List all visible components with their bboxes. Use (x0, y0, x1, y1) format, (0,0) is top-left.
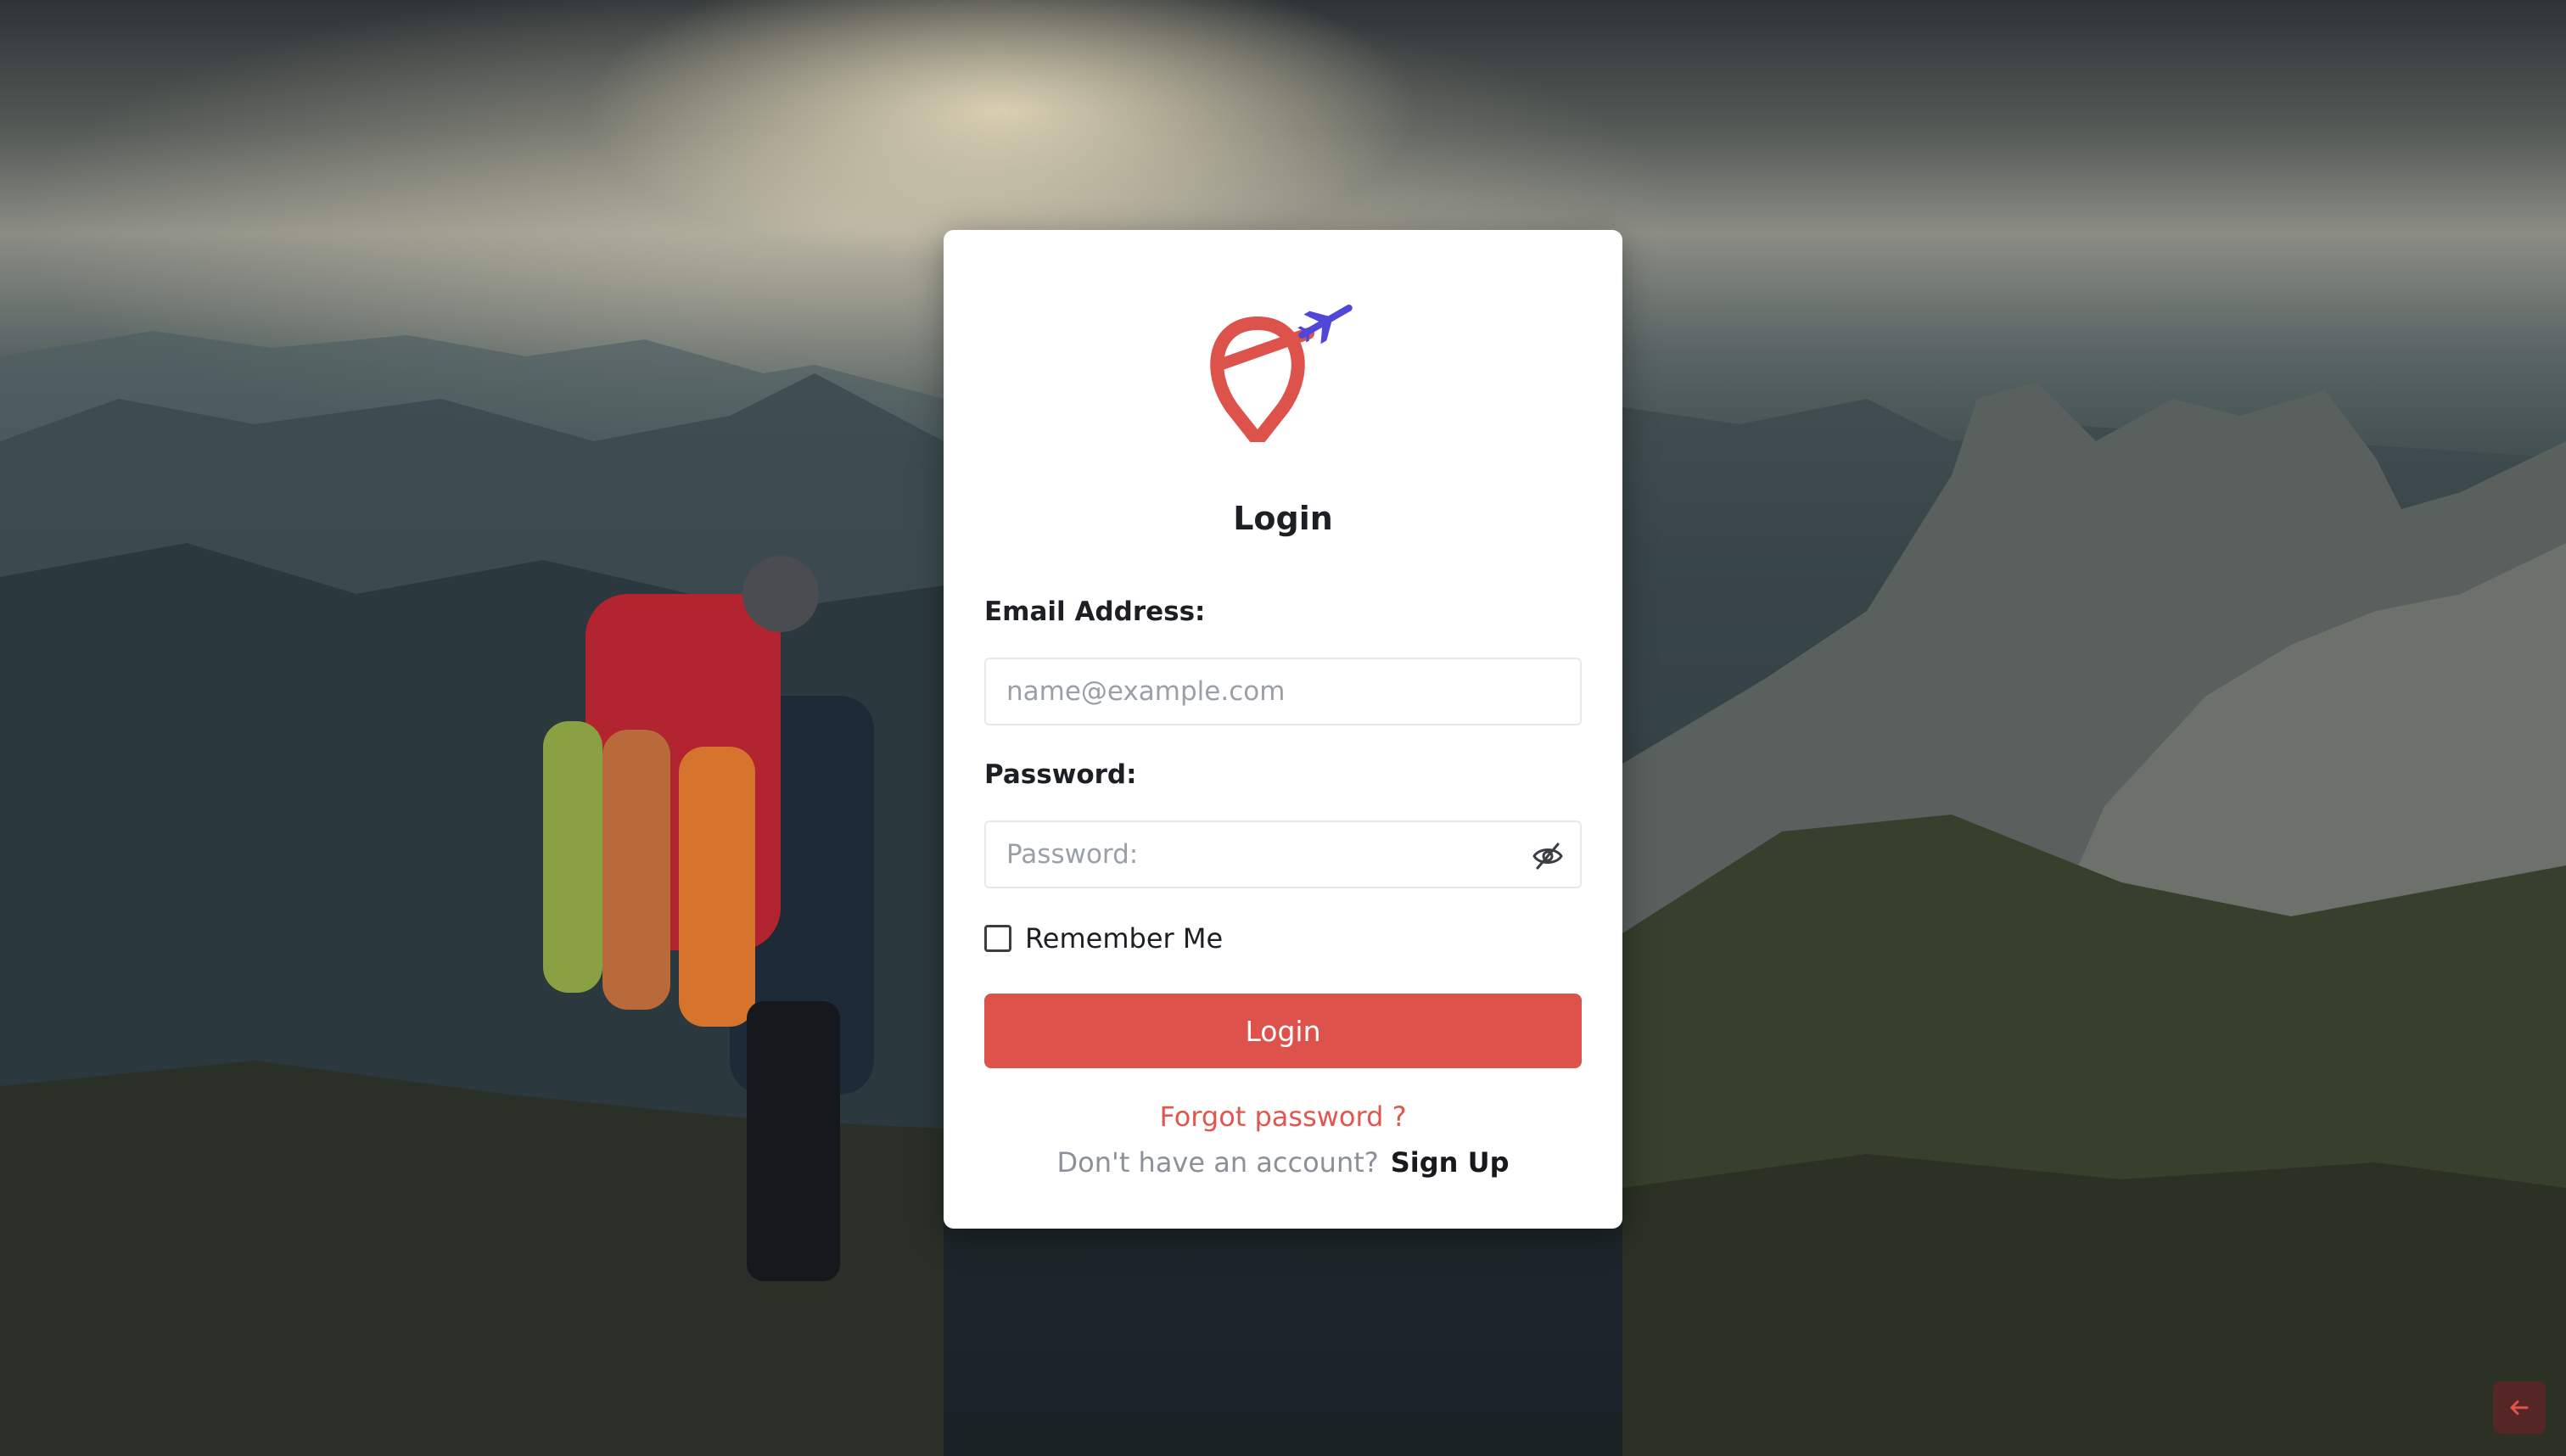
email-label: Email Address: (984, 596, 1206, 627)
signup-row: Don't have an account? Sign Up (944, 1146, 1622, 1179)
back-button[interactable] (2493, 1381, 2546, 1434)
forgot-password-link[interactable]: Forgot password ? (944, 1100, 1622, 1133)
no-account-text: Don't have an account? (1056, 1146, 1379, 1179)
remember-me[interactable]: Remember Me (984, 922, 1223, 955)
signup-link[interactable]: Sign Up (1391, 1146, 1510, 1179)
eye-off-icon[interactable] (1531, 839, 1565, 873)
arrow-left-icon (2510, 1400, 2529, 1415)
password-field[interactable]: Password: (984, 820, 1582, 888)
page-title: Login (1233, 500, 1333, 537)
map-pin-airplane-logo (1198, 289, 1368, 451)
password-placeholder: Password: (1006, 839, 1139, 870)
remember-label: Remember Me (1025, 922, 1224, 955)
login-card: Login Email Address: name@example.com Pa… (944, 230, 1622, 1229)
password-label: Password: (984, 759, 1137, 790)
email-field[interactable]: name@example.com (984, 658, 1582, 725)
login-button[interactable]: Login (984, 994, 1582, 1068)
remember-checkbox[interactable] (984, 925, 1011, 952)
email-placeholder: name@example.com (1006, 676, 1286, 707)
